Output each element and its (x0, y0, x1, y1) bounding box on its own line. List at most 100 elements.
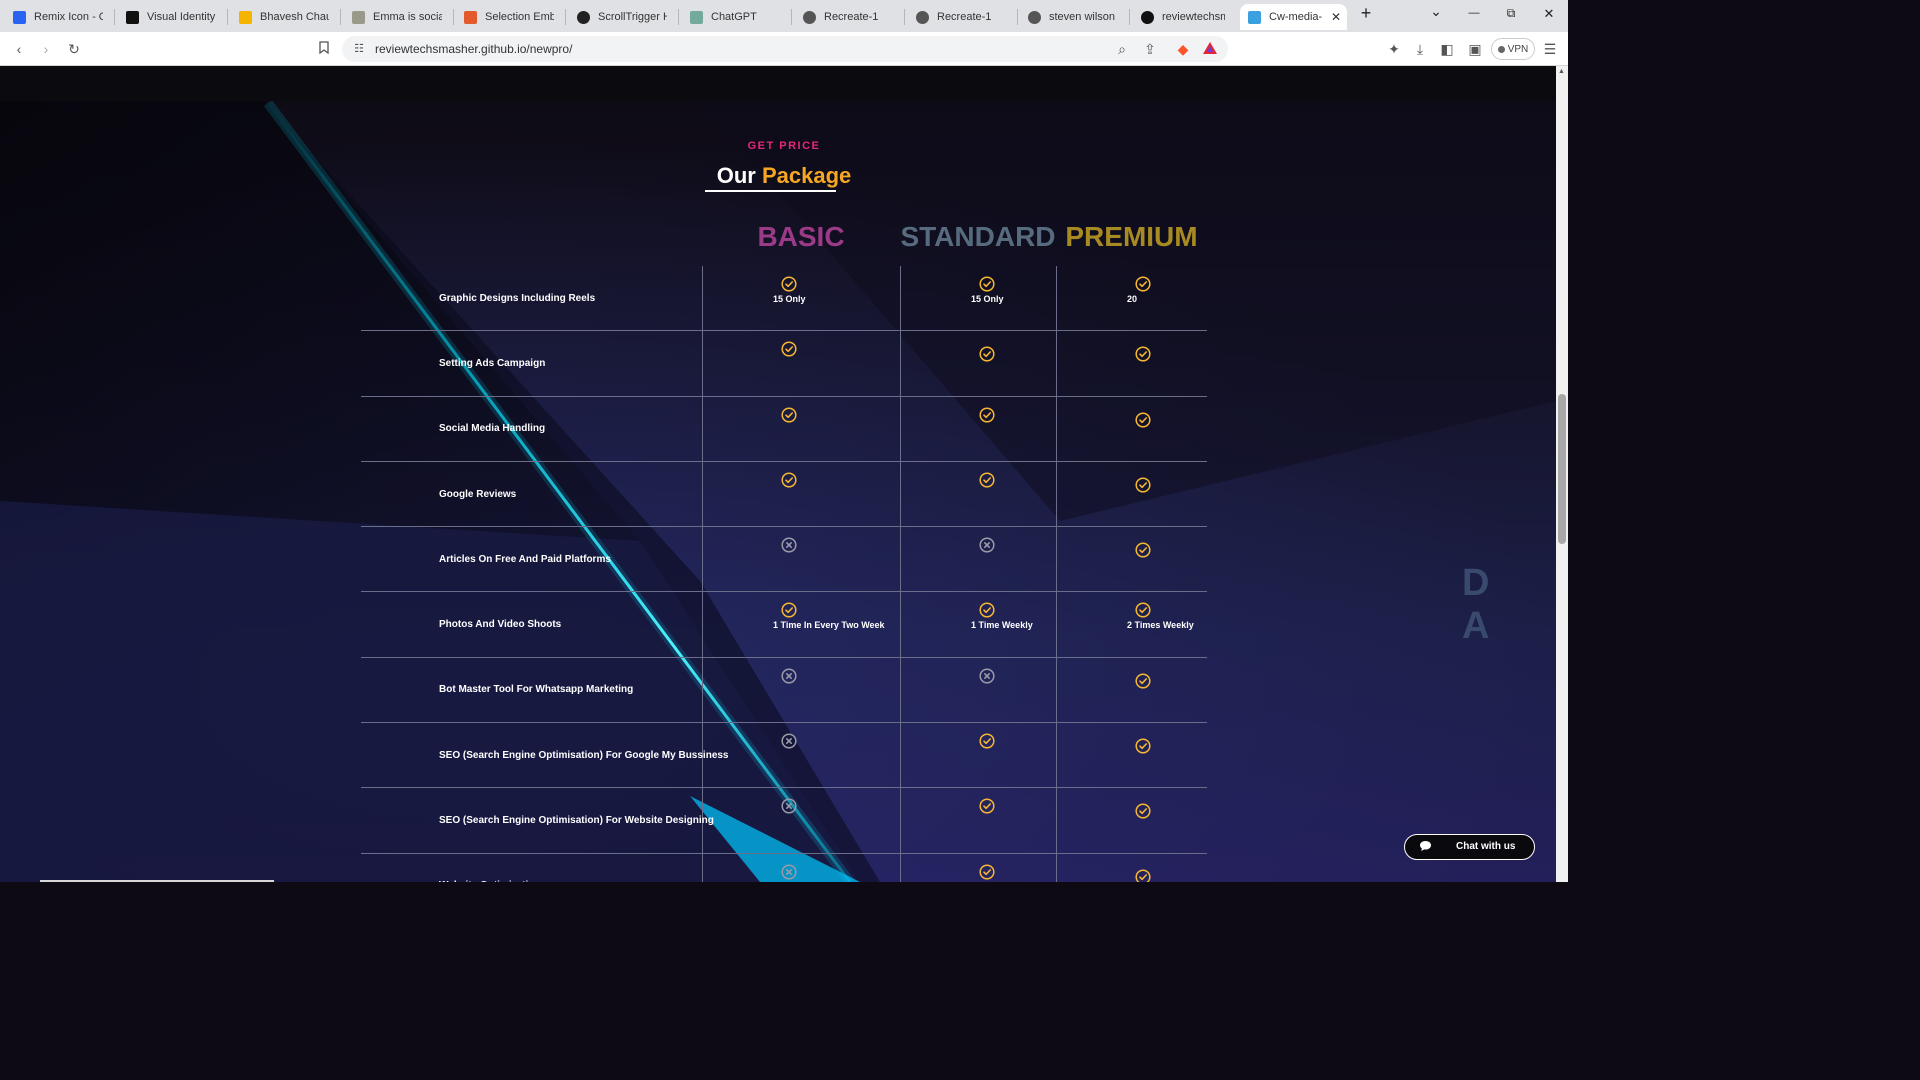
feature-label: Articles On Free And Paid Platforms (439, 553, 611, 565)
plan-cell-premium (1135, 542, 1151, 558)
check-circle-icon (979, 472, 995, 488)
browser-tab[interactable]: Recreate-1 (908, 4, 1014, 30)
minimize-icon[interactable]: — (1464, 7, 1484, 19)
brave-shield-icon[interactable]: ◆ (1174, 40, 1192, 58)
check-circle-icon (1135, 602, 1194, 619)
table-row: SEO (Search Engine Optimisation) For Web… (361, 788, 1207, 854)
plan-cell-basic (781, 668, 797, 684)
scroll-up-icon[interactable]: ▲ (1558, 68, 1565, 75)
browser-tab[interactable]: Remix Icon - Ope (5, 4, 111, 30)
tab-separator (678, 9, 679, 25)
plan-cell-premium (1135, 412, 1151, 428)
sidebar-icon[interactable]: ◧ (1438, 40, 1456, 58)
browser-tab[interactable]: reviewtechsmash (1133, 4, 1233, 30)
tab-separator (1017, 9, 1018, 25)
plan-cell-premium (1135, 477, 1151, 493)
share-icon[interactable]: ⇪ (1141, 40, 1159, 58)
tab-search-icon[interactable]: ⌄ (1426, 3, 1446, 20)
pricing-table: Graphic Designs Including Reels 15 Only 15… (361, 266, 1207, 882)
column-divider (1056, 331, 1057, 396)
table-row: Photos And Video Shoots 1 Time In Every T… (361, 592, 1207, 658)
check-circle-icon (1135, 477, 1151, 493)
browser-tab[interactable]: Emma is social | I (344, 4, 450, 30)
plan-cell-premium: 2 Times Weekly (1127, 602, 1194, 630)
tab-separator (114, 9, 115, 25)
bookmark-icon[interactable] (315, 40, 333, 58)
new-tab-icon[interactable]: + (1356, 3, 1376, 24)
brave-rewards-icon[interactable] (1201, 40, 1219, 58)
column-divider (702, 331, 703, 396)
site-settings-icon[interactable]: ☷ (350, 40, 368, 58)
extensions-icon[interactable]: ✦ (1385, 40, 1403, 58)
column-divider (1056, 461, 1057, 527)
tab-label: Remix Icon - Ope (34, 11, 103, 23)
x-circle-icon (979, 537, 995, 553)
menu-icon[interactable]: ☰ (1541, 40, 1559, 58)
scrollbar-thumb[interactable] (1558, 394, 1566, 544)
tab-label: Selection Embed (485, 11, 554, 23)
feature-label: Website Optimization (439, 854, 541, 882)
browser-tab[interactable]: Bhavesh Chaube (231, 4, 337, 30)
address-bar[interactable]: ☷ reviewtechsmasher.github.io/newpro/ (342, 36, 1228, 62)
column-divider (702, 396, 703, 461)
browser-tab[interactable]: Visual Identity | V (118, 4, 224, 30)
tab-separator (453, 9, 454, 25)
section-eyebrow: GET PRICE (747, 140, 821, 152)
check-circle-icon (781, 407, 797, 423)
tab-strip: Remix Icon - Ope Visual Identity | V Bhave… (0, 0, 1568, 32)
plan-cell-standard (979, 346, 995, 362)
tab-label: ChatGPT (711, 11, 757, 23)
chat-button-label: Chat with us (1456, 841, 1516, 852)
close-tab-icon[interactable]: ✕ (1331, 10, 1341, 24)
browser-tab[interactable]: steven wilson (1020, 4, 1126, 30)
browser-tab[interactable]: Recreate-1 (795, 4, 901, 30)
globe-icon (916, 10, 929, 24)
browser-tab[interactable]: ChatGPT (682, 4, 788, 30)
column-divider (900, 266, 901, 331)
column-divider (900, 788, 901, 853)
plan-cell-premium (1135, 738, 1151, 754)
table-row: Bot Master Tool For Whatsapp Marketing (361, 657, 1207, 724)
forward-icon[interactable]: › (37, 40, 55, 58)
chat-button[interactable]: Chat with us (1404, 834, 1535, 860)
column-divider (1056, 396, 1057, 461)
plan-cell-basic: 1 Time In Every Two Week (773, 602, 885, 630)
column-divider (702, 853, 703, 882)
plan-cell-basic (781, 407, 797, 423)
x-circle-icon (781, 798, 797, 814)
heading-white-part: Our (716, 163, 756, 188)
x-circle-icon (781, 864, 797, 880)
check-circle-icon (1135, 738, 1151, 754)
github-icon (1141, 10, 1154, 24)
downloads-icon[interactable]: ⤓ (1411, 40, 1429, 58)
check-circle-icon (781, 341, 797, 357)
browser-tab[interactable]: ScrollTrigger How (569, 4, 675, 30)
plan-cell-basic (781, 472, 797, 488)
zoom-icon[interactable]: ⌕ (1113, 40, 1131, 58)
close-window-icon[interactable]: ✕ (1539, 6, 1559, 22)
feature-label: Setting Ads Campaign (439, 357, 546, 369)
url-text[interactable]: reviewtechsmasher.github.io/newpro/ (375, 42, 572, 56)
browser-tab[interactable]: Cw-media- a ✕ (1240, 4, 1347, 30)
visual-identity-icon (126, 10, 139, 24)
wallet-icon[interactable]: ▣ (1466, 40, 1484, 58)
tab-label: steven wilson (1049, 11, 1116, 23)
feature-label: Photos And Video Shoots (439, 619, 562, 631)
column-divider (900, 461, 901, 527)
plan-cell-note: 15 Only (971, 294, 1004, 304)
browser-tab[interactable]: Selection Embed (456, 4, 562, 30)
plan-cell-standard (979, 472, 995, 488)
back-icon[interactable]: ‹ (10, 40, 28, 58)
column-divider (1056, 723, 1057, 788)
table-row: Google Reviews (361, 461, 1207, 528)
restore-icon[interactable]: ⧉ (1501, 6, 1521, 21)
tab-separator (791, 9, 792, 25)
plan-cell-standard (979, 537, 995, 553)
page-viewport: ▲ GET PRICE Our Package BASIC STANDARD P… (0, 66, 1568, 882)
plan-cell-basic (781, 864, 797, 880)
plan-cell-standard (979, 668, 995, 684)
plan-cell-standard (979, 733, 995, 749)
tab-label: Visual Identity | V (147, 11, 216, 23)
vpn-button[interactable]: VPN (1491, 38, 1535, 60)
reload-icon[interactable]: ↻ (65, 40, 83, 58)
